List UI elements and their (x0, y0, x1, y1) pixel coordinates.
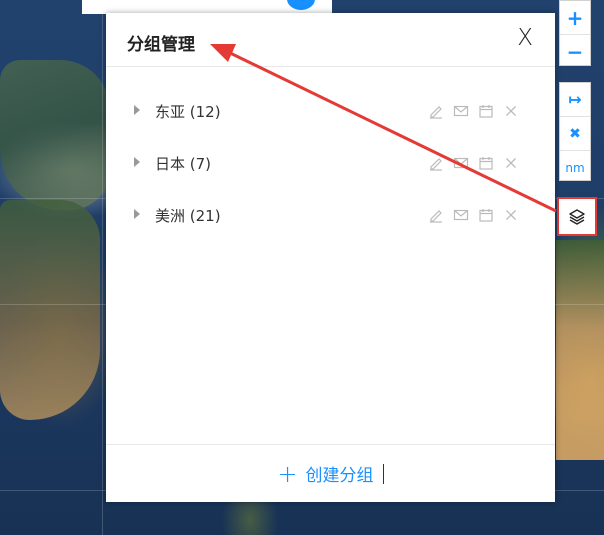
calendar-icon[interactable] (477, 102, 494, 119)
text-cursor (382, 463, 384, 484)
zoom-in-button[interactable]: + (560, 1, 590, 35)
clear-measure-button[interactable]: ✖ (560, 117, 590, 151)
delete-icon[interactable] (502, 102, 519, 119)
group-label: 日本 (7) (155, 154, 212, 173)
mail-icon[interactable] (452, 102, 469, 119)
zoom-out-button[interactable]: − (560, 35, 590, 68)
delete-icon[interactable] (502, 154, 519, 171)
create-group-label: 创建分组 (305, 466, 374, 486)
row-actions (427, 154, 519, 171)
calendar-icon[interactable] (477, 206, 494, 223)
expand-caret-icon[interactable] (134, 105, 140, 115)
close-button[interactable]: X (517, 25, 533, 51)
measure-controls: ↦ ✖ nm (559, 82, 591, 181)
calendar-icon[interactable] (477, 154, 494, 171)
layers-button[interactable] (557, 197, 597, 236)
panel-footer: + 创建分组 (106, 444, 555, 502)
group-list: 东亚 (12) 日本 (7) 美洲 (21) (106, 85, 555, 241)
panel-header: 分组管理 X (106, 13, 555, 67)
edit-icon[interactable] (427, 206, 444, 223)
group-label: 美洲 (21) (155, 206, 221, 225)
mail-icon[interactable] (452, 206, 469, 223)
layers-icon (569, 208, 585, 225)
row-actions (427, 206, 519, 223)
expand-caret-icon[interactable] (134, 209, 140, 219)
mail-icon[interactable] (452, 154, 469, 171)
map-land-america (0, 200, 100, 420)
panel-title: 分组管理 (127, 35, 195, 55)
edit-icon[interactable] (427, 154, 444, 171)
group-row-americas[interactable]: 美洲 (21) (106, 189, 555, 241)
expand-caret-icon[interactable] (134, 157, 140, 167)
delete-icon[interactable] (502, 206, 519, 223)
map-land-africa (556, 240, 604, 460)
group-label: 东亚 (12) (155, 102, 221, 121)
create-group-button[interactable]: + 创建分组 (277, 459, 384, 488)
map-land-north (0, 60, 110, 210)
group-management-panel: 分组管理 X 东亚 (12) 日本 (7) 美洲 (21) + 创建分组 (106, 13, 555, 502)
group-row-japan[interactable]: 日本 (7) (106, 137, 555, 189)
group-row-east-asia[interactable]: 东亚 (12) (106, 85, 555, 137)
plus-icon: + (277, 459, 298, 488)
row-actions (427, 102, 519, 119)
unit-button[interactable]: nm (560, 151, 590, 184)
zoom-controls: + − (559, 0, 591, 66)
measure-button[interactable]: ↦ (560, 83, 590, 117)
map-gridline (102, 0, 103, 535)
edit-icon[interactable] (427, 102, 444, 119)
